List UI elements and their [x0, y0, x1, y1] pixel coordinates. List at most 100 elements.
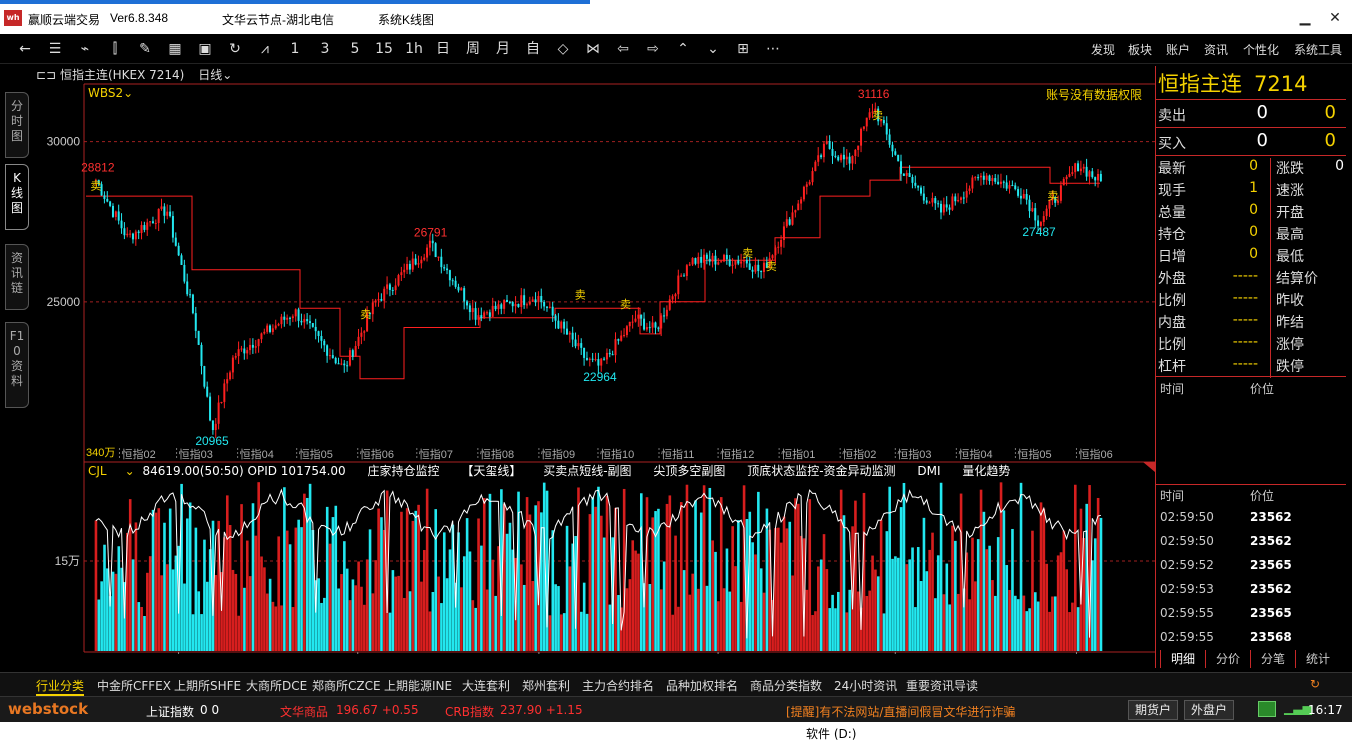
cat-zhengzhou-arb[interactable]: 郑州套利 [522, 677, 570, 694]
cat-main-rank[interactable]: 主力合约排名 [582, 677, 654, 694]
cat-cffex[interactable]: 中金所CFFEX [97, 677, 171, 694]
down-icon[interactable]: ⌄ [702, 39, 724, 59]
cat-key-news[interactable]: 重要资讯导读 [906, 677, 978, 694]
back-icon[interactable]: ← [14, 39, 36, 59]
candle-body [1034, 208, 1037, 221]
left-icon[interactable]: ⇦ [612, 39, 634, 59]
volume-bar [1096, 497, 1100, 651]
right-icon[interactable]: ⇨ [642, 39, 664, 59]
volume-bar [411, 520, 415, 651]
period-1h[interactable]: 1h [402, 39, 426, 59]
tool-peak-long-short[interactable]: 尖顶多空副图 [653, 464, 725, 478]
period-1[interactable]: 1 [284, 39, 306, 59]
indicator-select[interactable]: WBS2⌄ [88, 86, 133, 100]
kline-chart[interactable]: 30000 25000 28812 26791 22964 31116 27487 20965… [0, 66, 1155, 654]
candle-body [557, 320, 560, 329]
candle-body [1028, 199, 1031, 212]
tool-dmi[interactable]: DMI [917, 464, 940, 478]
tool-buy-sell-points[interactable]: 买卖点短线-副图 [543, 464, 631, 478]
cat-industry[interactable]: 行业分类 [36, 677, 85, 696]
month-label: 恒指10 [600, 447, 634, 461]
candle-body [968, 188, 971, 191]
cat-commodity-index[interactable]: 商品分类指数 [750, 677, 822, 694]
cat-weighted-rank[interactable]: 品种加权排名 [666, 677, 738, 694]
more-icon[interactable]: ⋯ [762, 39, 784, 59]
grid-icon[interactable]: ▦ [164, 39, 186, 59]
candle-body [466, 301, 469, 306]
clock: 16:17 [1308, 703, 1343, 717]
tool-quant-trend[interactable]: 量化趋势 [962, 464, 1010, 478]
foreign-account-button[interactable]: 外盘户 [1184, 700, 1235, 720]
tab-stats[interactable]: 统计 [1295, 650, 1340, 668]
period-custom[interactable]: 自 [522, 39, 544, 59]
period-day[interactable]: 日 [432, 39, 454, 59]
menu-sector[interactable]: 板块 [1128, 41, 1152, 58]
line-chart-icon[interactable]: ⌁ [74, 39, 96, 59]
up-icon[interactable]: ⌃ [672, 39, 694, 59]
zoom-in-icon[interactable]: ◇ [552, 39, 574, 59]
period-week[interactable]: 周 [462, 39, 484, 59]
period-5[interactable]: 5 [344, 39, 366, 59]
tab-price-dist[interactable]: 分价 [1205, 650, 1250, 668]
candle-body [734, 260, 737, 265]
volume-bar [797, 503, 800, 651]
save-icon[interactable]: ▣ [194, 39, 216, 59]
candle-body [788, 219, 791, 225]
draw-icon[interactable]: ✎ [134, 39, 156, 59]
cat-dce[interactable]: 大商所DCE [246, 677, 307, 694]
tool-dealer-monitor[interactable]: 庄家持仓监控 [368, 464, 440, 478]
layout-icon[interactable]: ⊞ [732, 39, 754, 59]
zoom-out-icon[interactable]: ⋈ [582, 39, 604, 59]
signal-icon[interactable]: ↻ [1310, 677, 1320, 691]
index3-name: CRB指数 [445, 705, 494, 719]
cat-ine[interactable]: 上期能源INE [384, 677, 452, 694]
menu-account[interactable]: 账户 [1166, 41, 1190, 58]
menu-personalize[interactable]: 个性化 [1243, 41, 1279, 58]
candle-body [269, 325, 272, 332]
volume-bar [1005, 565, 1009, 651]
tool-top-bottom-monitor[interactable]: 顶底状态监控-资金异动监测 [747, 464, 895, 478]
cat-shfe[interactable]: 上期所SHFE [174, 677, 241, 694]
volume-bar [334, 505, 338, 651]
volume-bar [594, 506, 597, 651]
period-15[interactable]: 15 [372, 39, 396, 59]
tool-tianxi-line[interactable]: 【天玺线】 [461, 464, 521, 478]
menu-discover[interactable]: 发现 [1091, 41, 1115, 58]
candle-body [605, 352, 608, 360]
menu-system-tools[interactable]: 系统工具 [1294, 41, 1342, 58]
list-icon[interactable]: ☰ [44, 39, 66, 59]
volume-bar [434, 509, 438, 651]
chevron-down-icon[interactable]: ⌄ [123, 86, 133, 100]
cat-24h-news[interactable]: 24小时资讯 [834, 677, 897, 694]
candle-body [505, 299, 508, 302]
candle-body [129, 233, 132, 235]
minimize-icon[interactable]: ▁ [1294, 8, 1316, 28]
candle-body [822, 143, 825, 158]
candle-body [1065, 176, 1068, 180]
volume-bar [814, 611, 817, 651]
volume-bar [585, 613, 589, 651]
volume-indicator[interactable]: CJL ⌄ [88, 464, 135, 478]
tab-detail[interactable]: 明细 [1160, 650, 1205, 668]
menu-news[interactable]: 资讯 [1204, 41, 1228, 58]
cat-dalian-arb[interactable]: 大连套利 [462, 677, 510, 694]
cat-czce[interactable]: 郑商所CZCE [312, 677, 381, 694]
indicator-icon[interactable]: ⩘ [254, 39, 276, 59]
period-month[interactable]: 月 [492, 39, 514, 59]
month-label: 恒指06 [1078, 447, 1112, 461]
candle-body [774, 247, 777, 256]
period-3[interactable]: 3 [314, 39, 336, 59]
volume-bar [343, 541, 346, 651]
volume-bar [916, 547, 920, 651]
candle-body [568, 332, 571, 335]
candle-icon[interactable]: ⫿ [104, 39, 126, 59]
tab-trades[interactable]: 分笔 [1250, 650, 1295, 668]
candle-body [174, 237, 177, 246]
refresh-icon[interactable]: ↻ [224, 39, 246, 59]
candle-body [751, 269, 754, 272]
futures-account-button[interactable]: 期货户 [1128, 700, 1179, 720]
status-bar: webstock 上证指数 0 0 文华商品 196.67 +0.55 CRB指… [0, 696, 1352, 722]
fraud-alert[interactable]: [提醒]有不法网站/直播间假冒文华进行诈骗 [786, 703, 1015, 720]
close-icon[interactable]: ✕ [1324, 8, 1346, 28]
candle-body [720, 261, 723, 263]
